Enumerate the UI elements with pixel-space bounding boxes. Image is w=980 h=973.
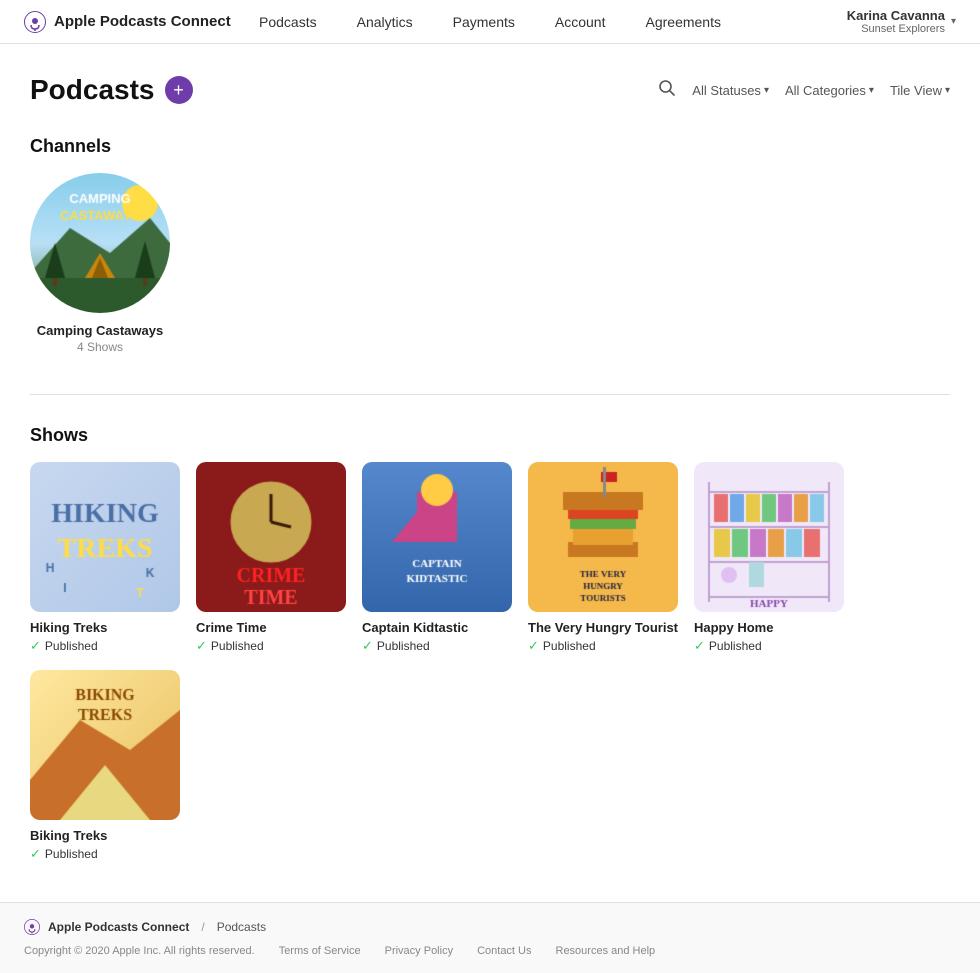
- all-statuses-filter[interactable]: All Statuses ▾: [692, 83, 769, 98]
- footer-copyright: Copyright © 2020 Apple Inc. All rights r…: [24, 945, 255, 957]
- channel-name: Camping Castaways: [37, 323, 163, 338]
- show-name: Captain Kidtastic: [362, 620, 512, 635]
- footer-bottom: Copyright © 2020 Apple Inc. All rights r…: [24, 945, 956, 957]
- status-label: Published: [377, 639, 430, 653]
- show-name: The Very Hungry Tourist: [528, 620, 678, 635]
- show-canvas: [694, 462, 844, 612]
- footer-link-contact[interactable]: Contact Us: [477, 945, 531, 957]
- main-header: Apple Podcasts Connect Podcasts Analytic…: [0, 0, 980, 44]
- footer-breadcrumb-link[interactable]: Podcasts: [217, 920, 266, 934]
- status-check-icon: ✓: [694, 638, 705, 654]
- status-label: Published: [211, 639, 264, 653]
- nav-account[interactable]: Account: [555, 10, 606, 34]
- footer-separator: /: [201, 920, 204, 934]
- channel-item[interactable]: Camping Castaways 4 Shows: [30, 173, 170, 354]
- status-check-icon: ✓: [30, 846, 41, 862]
- app-title: Apple Podcasts Connect: [54, 13, 231, 30]
- footer-links: Terms of Service Privacy Policy Contact …: [279, 945, 655, 957]
- show-thumbnail-wrap: [528, 462, 678, 612]
- page-title-row: Podcasts +: [30, 74, 193, 106]
- status-check-icon: ✓: [362, 638, 373, 654]
- show-status: ✓ Published: [528, 638, 678, 654]
- show-name: Crime Time: [196, 620, 346, 635]
- page-footer: Apple Podcasts Connect / Podcasts Copyri…: [0, 902, 980, 973]
- channels-section: Channels Camping Castaways 4 Shows: [30, 136, 950, 354]
- main-nav: Podcasts Analytics Payments Account Agre…: [259, 10, 721, 34]
- main-content: Podcasts + All Statuses ▾ All Categories…: [0, 44, 980, 862]
- page-header: Podcasts + All Statuses ▾ All Categories…: [30, 74, 950, 106]
- footer-link-privacy[interactable]: Privacy Policy: [385, 945, 453, 957]
- show-status: ✓ Published: [30, 846, 180, 862]
- shows-section: Shows Hiking Treks ✓ Published Crime Time ✓ P…: [30, 425, 950, 862]
- show-item[interactable]: The Very Hungry Tourist ✓ Published: [528, 462, 678, 654]
- footer-logo-text: Apple Podcasts Connect: [48, 920, 189, 934]
- show-thumbnail-wrap: [30, 462, 180, 612]
- show-name: Happy Home: [694, 620, 844, 635]
- section-divider: [30, 394, 950, 395]
- status-label: Published: [45, 639, 98, 653]
- shows-title: Shows: [30, 425, 950, 446]
- show-item[interactable]: Crime Time ✓ Published: [196, 462, 346, 654]
- show-status: ✓ Published: [362, 638, 512, 654]
- status-label: Published: [45, 847, 98, 861]
- nav-payments[interactable]: Payments: [453, 10, 515, 34]
- user-name: Karina Cavanna: [847, 8, 945, 23]
- show-canvas: [30, 670, 180, 820]
- status-check-icon: ✓: [30, 638, 41, 654]
- all-categories-filter[interactable]: All Categories ▾: [785, 83, 874, 98]
- categories-chevron-icon: ▾: [869, 85, 874, 96]
- footer-top: Apple Podcasts Connect / Podcasts: [24, 919, 956, 935]
- channel-shows-count: 4 Shows: [77, 340, 123, 354]
- show-item[interactable]: Happy Home ✓ Published: [694, 462, 844, 654]
- logo-area: Apple Podcasts Connect: [24, 11, 231, 33]
- footer-logo-icon: [24, 919, 40, 935]
- show-item[interactable]: Captain Kidtastic ✓ Published: [362, 462, 512, 654]
- show-name: Biking Treks: [30, 828, 180, 843]
- channels-title: Channels: [30, 136, 950, 157]
- podcast-logo-icon: [24, 11, 46, 33]
- show-canvas: [30, 462, 180, 612]
- show-thumbnail-wrap: [196, 462, 346, 612]
- channel-thumbnail: [30, 173, 170, 313]
- show-status: ✓ Published: [694, 638, 844, 654]
- user-menu[interactable]: Karina Cavanna Sunset Explorers ▾: [847, 8, 956, 35]
- show-item[interactable]: Hiking Treks ✓ Published: [30, 462, 180, 654]
- show-name: Hiking Treks: [30, 620, 180, 635]
- status-label: Published: [709, 639, 762, 653]
- channels-list: Camping Castaways 4 Shows: [30, 173, 950, 354]
- status-label: Published: [543, 639, 596, 653]
- show-canvas: [528, 462, 678, 612]
- user-menu-chevron-icon: ▾: [951, 16, 956, 27]
- statuses-chevron-icon: ▾: [764, 85, 769, 96]
- show-canvas: [362, 462, 512, 612]
- show-thumbnail-wrap: [30, 670, 180, 820]
- add-podcast-button[interactable]: +: [165, 76, 193, 104]
- nav-podcasts[interactable]: Podcasts: [259, 10, 317, 34]
- search-icon: [658, 79, 676, 97]
- show-status: ✓ Published: [30, 638, 180, 654]
- nav-analytics[interactable]: Analytics: [357, 10, 413, 34]
- footer-link-terms[interactable]: Terms of Service: [279, 945, 361, 957]
- status-check-icon: ✓: [528, 638, 539, 654]
- channel-image-wrap: [30, 173, 170, 313]
- shows-grid: Hiking Treks ✓ Published Crime Time ✓ Publish…: [30, 462, 950, 862]
- search-button[interactable]: [658, 79, 676, 102]
- page-title: Podcasts: [30, 74, 155, 106]
- show-item[interactable]: Biking Treks ✓ Published: [30, 670, 180, 862]
- page-controls: All Statuses ▾ All Categories ▾ Tile Vie…: [658, 79, 950, 102]
- nav-agreements[interactable]: Agreements: [645, 10, 720, 34]
- show-thumbnail-wrap: [362, 462, 512, 612]
- show-canvas: [196, 462, 346, 612]
- user-subtitle: Sunset Explorers: [847, 23, 945, 35]
- status-check-icon: ✓: [196, 638, 207, 654]
- footer-link-resources[interactable]: Resources and Help: [556, 945, 656, 957]
- show-thumbnail-wrap: [694, 462, 844, 612]
- tile-view-toggle[interactable]: Tile View ▾: [890, 83, 950, 98]
- view-chevron-icon: ▾: [945, 85, 950, 96]
- show-status: ✓ Published: [196, 638, 346, 654]
